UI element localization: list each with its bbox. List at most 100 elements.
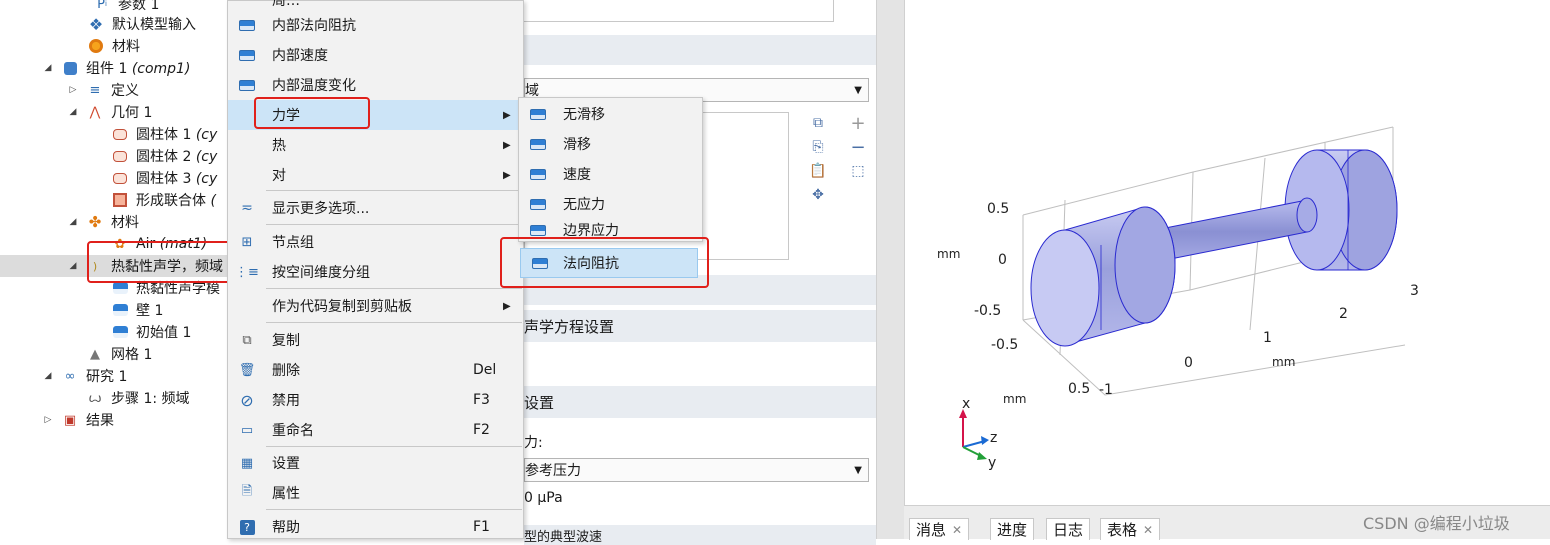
- collapse-toggle-icon[interactable]: ◢: [67, 217, 79, 227]
- tab-messages[interactable]: 消息 ✕: [909, 518, 970, 540]
- tree-item-materials[interactable]: ◢ ✤ 材料: [0, 211, 240, 233]
- selection-list-box[interactable]: [514, 0, 834, 22]
- section-typical-wave-speed[interactable]: 型的典型波速: [524, 525, 876, 545]
- clipboard-icon[interactable]: 📋: [809, 162, 827, 180]
- expand-toggle-icon[interactable]: ▷: [42, 415, 54, 425]
- close-icon[interactable]: ✕: [1143, 523, 1153, 537]
- menu-item-show-more-options[interactable]: ≂ 显示更多选项...: [228, 193, 524, 223]
- results-icon: ▣: [63, 412, 77, 428]
- copy-icon: ⧉: [242, 332, 252, 348]
- menu-item-disable[interactable]: ⊘ 禁用 F3: [228, 385, 524, 415]
- rod-end: [1296, 197, 1318, 233]
- copy-selection-icon[interactable]: ⎘: [809, 138, 827, 156]
- menu-item-settings[interactable]: ▦ 设置: [228, 448, 524, 478]
- tree-item-air-material[interactable]: ✿ Air (mat1): [0, 233, 240, 255]
- paste-selection-icon[interactable]: ⧉: [809, 114, 827, 132]
- tree-item-form-union[interactable]: 形成联合体 (: [0, 189, 240, 211]
- z-tick-label: 0.5: [987, 201, 1009, 217]
- submenu-item-no-slip[interactable]: 无滑移: [519, 99, 702, 129]
- tree-item-thermoviscous-acoustics[interactable]: ◢ ) 热黏性声学，频域: [0, 255, 240, 277]
- section-header[interactable]: [524, 35, 876, 65]
- tree-item-definitions[interactable]: ▷ ≡ 定义: [0, 79, 240, 101]
- select-box-icon[interactable]: ⬚: [849, 162, 867, 180]
- geometry-view[interactable]: 0.5 0 -0.5 -0.5 0.5 -1 0 1 2 3 mm mm mm …: [905, 0, 1550, 505]
- boundary-condition-icon: [238, 46, 256, 64]
- svg-text:y: y: [988, 455, 996, 471]
- tree-item-materials-global[interactable]: 材料: [0, 35, 240, 57]
- menu-item-pair[interactable]: 对 ▶: [228, 160, 524, 190]
- cylinder-1-end: [1114, 206, 1176, 324]
- collapse-toggle-icon[interactable]: ◢: [67, 107, 79, 117]
- tree-item-cylinder-3[interactable]: 圆柱体 3 (cy: [0, 167, 240, 189]
- menu-item-internal-temperature-variation[interactable]: 内部温度变化: [228, 70, 524, 100]
- submenu-arrow-icon: ▶: [503, 139, 511, 151]
- menu-item-help[interactable]: ? 帮助 F1: [228, 512, 524, 542]
- menu-item-copy-as-code[interactable]: 作为代码复制到剪贴板 ▶: [228, 291, 524, 321]
- submenu-item-normal-impedance[interactable]: 法向阻抗: [520, 248, 698, 278]
- tree-item-study-1[interactable]: ◢ ∞ 研究 1: [0, 365, 240, 387]
- tree-item-geometry-1[interactable]: ◢ ⋀ 几何 1: [0, 101, 240, 123]
- menu-item-rename[interactable]: ▭ 重命名 F2: [228, 415, 524, 445]
- panel-divider[interactable]: [896, 0, 904, 539]
- menu-separator: [266, 509, 522, 510]
- tree-item-results[interactable]: ▷ ▣ 结果: [0, 409, 240, 431]
- menu-item-properties[interactable]: 🗎 属性: [228, 478, 524, 508]
- submenu-item-no-stress[interactable]: 无应力: [519, 189, 702, 219]
- zoom-selection-icon[interactable]: ✥: [809, 186, 827, 204]
- menu-item-delete[interactable]: 🗑 删除 Del: [228, 355, 524, 385]
- tab-table[interactable]: 表格 ✕: [1100, 518, 1161, 540]
- menu-item-node-group[interactable]: ⊞ 节点组: [228, 227, 524, 257]
- cylinder-icon: [112, 170, 128, 186]
- tree-item-thermoviscous-model[interactable]: 热黏性声学模: [0, 277, 240, 299]
- tree-item-initial-values-1[interactable]: 初始值 1: [0, 321, 240, 343]
- menu-separator: [266, 288, 522, 289]
- pressure-label: 力:: [524, 435, 543, 451]
- tree-item-step-1-frequency[interactable]: ꙍ 步骤 1: 频域: [0, 387, 240, 409]
- collapse-toggle-icon[interactable]: ◢: [42, 63, 54, 73]
- menu-item-copy[interactable]: ⧉ 复制: [228, 325, 524, 355]
- section-settings[interactable]: 设置: [524, 386, 876, 418]
- menu-item-group-by-space-dimension[interactable]: ⋮≡ 按空间维度分组: [228, 257, 524, 287]
- tab-log[interactable]: 日志: [1046, 518, 1091, 540]
- submenu-item-boundary-stress[interactable]: 边界应力: [519, 219, 702, 241]
- graphics-window[interactable]: 0.5 0 -0.5 -0.5 0.5 -1 0 1 2 3 mm mm mm …: [904, 0, 1550, 505]
- watermark-text: CSDN @编程小垃圾: [1363, 514, 1510, 533]
- model-builder-tree: Pi 参数 1 ❖ 默认模型输入 材料 ◢ 组件 1 (comp1) ▷ ≡ 定…: [0, 0, 240, 539]
- menu-separator: [266, 224, 522, 225]
- submenu-item-velocity[interactable]: 速度: [519, 159, 702, 189]
- collapse-toggle-icon[interactable]: ◢: [42, 371, 54, 381]
- boundary-condition-icon: [529, 135, 547, 153]
- expand-toggle-icon[interactable]: ▷: [67, 85, 79, 95]
- close-icon[interactable]: ✕: [952, 523, 962, 537]
- submenu-arrow-icon: ▶: [503, 300, 511, 312]
- x-tick-label: 0: [1184, 355, 1193, 371]
- menu-item-thermal[interactable]: 热 ▶: [228, 130, 524, 160]
- x-tick-label: -1: [1099, 382, 1113, 398]
- add-icon[interactable]: +: [849, 113, 867, 134]
- y-tick-label: 0.5: [1068, 381, 1090, 397]
- menu-item-internal-velocity[interactable]: 内部速度: [228, 40, 524, 70]
- tree-item-cylinder-2[interactable]: 圆柱体 2 (cy: [0, 145, 240, 167]
- geometry-icon: ⋀: [89, 104, 101, 120]
- submenu-item-slip[interactable]: 滑移: [519, 129, 702, 159]
- settings-scrollbar[interactable]: [876, 0, 896, 539]
- collapse-toggle-icon[interactable]: ◢: [67, 261, 79, 271]
- delete-icon: 🗑: [238, 362, 256, 378]
- x-tick-label: 1: [1263, 330, 1272, 346]
- tree-item-wall-1[interactable]: 壁 1: [0, 299, 240, 321]
- remove-icon[interactable]: −: [849, 137, 867, 158]
- section-equation-settings[interactable]: 声学方程设置: [524, 310, 876, 342]
- menu-item-mechanical[interactable]: 力学 ▶: [228, 100, 524, 130]
- materials-icon: ✤: [88, 213, 102, 231]
- tree-item-cylinder-1[interactable]: 圆柱体 1 (cy: [0, 123, 240, 145]
- tab-progress[interactable]: 进度: [990, 518, 1035, 540]
- menu-item-internal-normal-impedance[interactable]: 内部法向阻抗: [228, 10, 524, 40]
- tree-item-mesh-1[interactable]: ▲ 网格 1: [0, 343, 240, 365]
- study-icon: ∞: [64, 368, 76, 384]
- section-header[interactable]: [524, 275, 876, 305]
- context-menu: 周… 内部法向阻抗 内部速度 内部温度变化 力学 ▶ 热 ▶ 对 ▶ ≂ 显示更…: [227, 0, 524, 539]
- tree-item-component-1[interactable]: ◢ 组件 1 (comp1): [0, 57, 240, 79]
- tree-item-default-model-inputs[interactable]: ❖ 默认模型输入: [0, 13, 240, 35]
- pressure-combo[interactable]: 参考压力 ▼: [524, 458, 869, 482]
- boundary-condition-icon: [531, 254, 549, 272]
